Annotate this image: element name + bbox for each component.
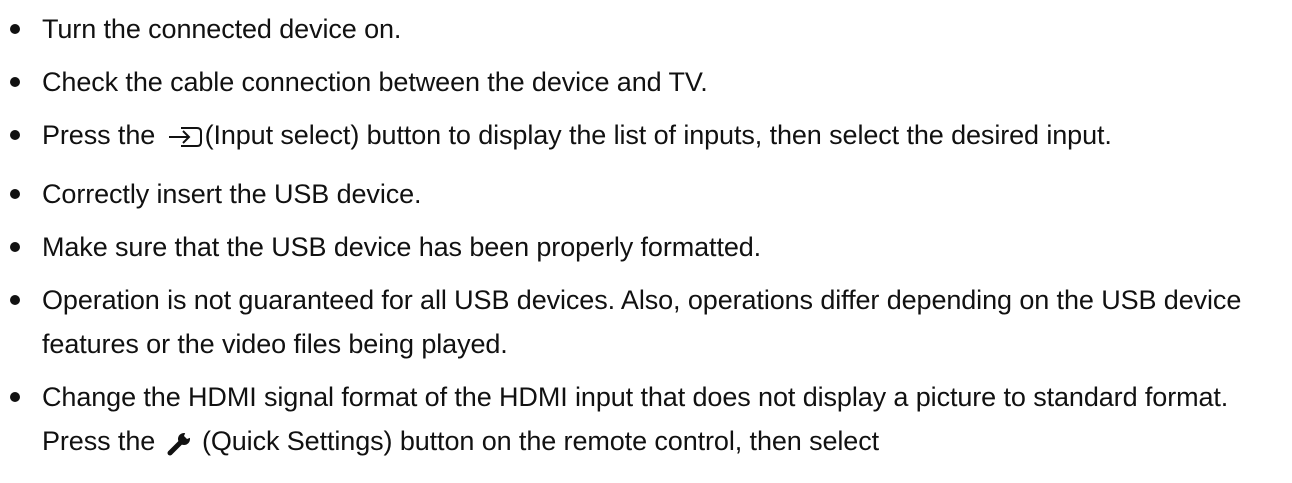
list-item-text-before: Press the: [42, 120, 163, 150]
bullet-icon: [10, 77, 20, 87]
input-select-icon: [167, 119, 203, 163]
bullet-icon: [10, 242, 20, 252]
list-item-text: Make sure that the USB device has been p…: [42, 232, 762, 262]
list-item: Turn the connected device on.: [0, 7, 1292, 51]
troubleshooting-list: Turn the connected device on. Check the …: [0, 7, 1292, 478]
bullet-icon: [10, 295, 20, 305]
bullet-icon: [10, 24, 20, 34]
bullet-icon: [10, 189, 20, 199]
list-item-text: Operation is not guaranteed for all USB …: [42, 285, 1242, 359]
bullet-icon: [10, 392, 20, 402]
wrench-icon: [167, 425, 193, 469]
bullet-icon: [10, 130, 20, 140]
list-item: Check the cable connection between the d…: [0, 60, 1292, 104]
list-item: Correctly insert the USB device.: [0, 172, 1292, 216]
list-item: Operation is not guaranteed for all USB …: [0, 278, 1287, 366]
list-item: Make sure that the USB device has been p…: [0, 225, 1292, 269]
list-item-text-after: (Quick Settings) button on the remote co…: [194, 426, 880, 456]
list-item-text: Turn the connected device on.: [42, 14, 402, 44]
list-item: Change the HDMI signal format of the HDM…: [0, 375, 1287, 469]
list-item-text: Check the cable connection between the d…: [42, 67, 708, 97]
list-item-text: Correctly insert the USB device.: [42, 179, 422, 209]
list-item-text-after: (Input select) button to display the lis…: [204, 120, 1112, 150]
list-item: Press the (Input select) button to displ…: [0, 113, 1292, 163]
